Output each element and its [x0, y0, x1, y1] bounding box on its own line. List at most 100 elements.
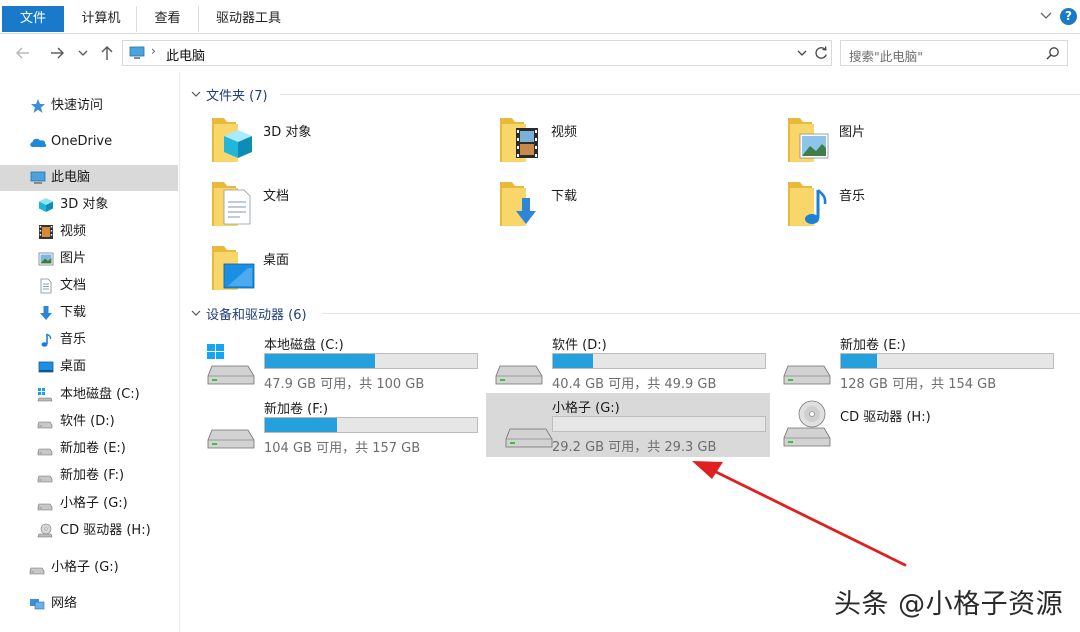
film-icon — [39, 225, 53, 239]
drive-tile-f[interactable]: 新加卷 (F:) 104 GB 可用，共 157 GB — [188, 394, 478, 458]
drive-tile-c[interactable]: 本地磁盘 (C:) 47.9 GB 可用，共 100 GB — [188, 330, 478, 394]
sidebar-item-label: 快速访问 — [51, 98, 104, 113]
drive-icon — [37, 475, 53, 483]
drive-label: 小格子 (G:) — [552, 401, 620, 416]
tab-drive-tools[interactable]: 驱动器工具 — [198, 6, 298, 32]
folder-music-icon — [788, 182, 827, 226]
search-input[interactable]: 搜索"此电脑" — [849, 46, 923, 65]
drive-label: CD 驱动器 (H:) — [840, 410, 931, 425]
chevron-down-icon[interactable] — [190, 88, 202, 100]
drive-tile-e[interactable]: 新加卷 (E:) 128 GB 可用，共 154 GB — [764, 330, 1054, 394]
sidebar-item-label: 网络 — [51, 596, 78, 611]
breadcrumb-this-pc[interactable]: 此电脑 — [166, 45, 205, 64]
group-header-folders[interactable]: 文件夹 (7) — [188, 84, 1080, 104]
sidebar-item-music[interactable]: 音乐 — [0, 327, 178, 353]
picture-icon — [38, 252, 54, 266]
recent-locations-chevron-icon[interactable] — [76, 44, 90, 62]
group-header-label: 设备和驱动器 (6) — [206, 308, 307, 323]
folder-desktop-icon — [212, 246, 255, 290]
forward-arrow-icon[interactable] — [48, 44, 66, 62]
cd-drive-icon — [37, 523, 53, 538]
tab-computer[interactable]: 计算机 — [66, 6, 136, 32]
drive-label: 新加卷 (E:) — [840, 338, 906, 353]
star-icon — [31, 99, 45, 113]
navigation-bar: › 此电脑 搜索"此电脑" — [0, 34, 1080, 72]
drive-icon — [783, 365, 831, 385]
folder-downloads-icon — [500, 182, 536, 226]
sidebar-item-videos[interactable]: 视频 — [0, 219, 178, 245]
sidebar-item-drive-h[interactable]: CD 驱动器 (H:) — [0, 518, 178, 544]
tab-view[interactable]: 查看 — [136, 6, 198, 32]
folder-documents-icon — [212, 182, 251, 226]
tab-file[interactable]: 文件 — [2, 6, 64, 32]
sidebar-item-drive-e[interactable]: 新加卷 (E:) — [0, 436, 178, 462]
sidebar-item-drive-c[interactable]: 本地磁盘 (C:) — [0, 382, 178, 408]
folder-label: 桌面 — [263, 253, 290, 268]
folder-pictures-icon — [788, 118, 829, 162]
folder-tile-desktop[interactable]: 桌面 — [180, 242, 450, 302]
drive-label: 本地磁盘 (C:) — [264, 338, 344, 353]
drive-usage-bar — [264, 417, 478, 433]
help-button[interactable]: ? — [1060, 8, 1077, 25]
drive-usage-bar — [552, 416, 766, 432]
folder-tile-music[interactable]: 音乐 — [756, 178, 1026, 238]
chevron-down-icon[interactable] — [795, 46, 809, 60]
sidebar-item-label: 此电脑 — [51, 170, 91, 185]
sidebar-item-drive-g[interactable]: 小格子 (G:) — [0, 491, 178, 517]
drive-usage-bar — [840, 353, 1054, 369]
drive-space-info: 104 GB 可用，共 157 GB — [264, 441, 421, 456]
back-arrow-icon[interactable] — [14, 44, 32, 62]
sidebar-item-documents[interactable]: 文档 — [0, 273, 178, 299]
drive-space-info: 40.4 GB 可用，共 49.9 GB — [552, 377, 717, 392]
drive-icon — [37, 503, 53, 511]
chevron-down-icon[interactable] — [190, 307, 202, 319]
sidebar-item-label: 下载 — [60, 305, 87, 320]
drive-icon — [495, 365, 543, 385]
folder-tile-videos[interactable]: 视频 — [468, 114, 738, 174]
folder-label: 下载 — [551, 189, 578, 204]
sidebar-item-quick-access[interactable]: 快速访问 — [0, 93, 178, 119]
address-bar[interactable]: › 此电脑 — [122, 40, 832, 66]
sidebar-item-drive-f[interactable]: 新加卷 (F:) — [0, 463, 178, 489]
sidebar-item-this-pc[interactable]: 此电脑 — [0, 165, 178, 191]
search-icon[interactable] — [1045, 46, 1060, 61]
system-drive-icon — [37, 388, 53, 402]
drive-tile-h[interactable]: CD 驱动器 (H:) — [764, 394, 1048, 458]
sidebar-item-label: 音乐 — [60, 332, 87, 347]
desktop-icon — [38, 361, 54, 373]
cube-icon — [39, 198, 53, 212]
folder-tile-3d-objects[interactable]: 3D 对象 — [180, 114, 450, 174]
breadcrumb-separator[interactable]: › — [151, 44, 156, 58]
sidebar-item-label: 新加卷 (E:) — [60, 441, 126, 456]
sidebar-item-onedrive[interactable]: OneDrive — [0, 129, 178, 155]
drive-icon — [37, 421, 53, 429]
sidebar-item-desktop[interactable]: 桌面 — [0, 354, 178, 380]
sidebar-item-label: 新加卷 (F:) — [60, 468, 125, 483]
sidebar-item-pictures[interactable]: 图片 — [0, 246, 178, 272]
folder-tile-pictures[interactable]: 图片 — [756, 114, 1026, 174]
drive-icon — [505, 428, 553, 448]
folder-tile-downloads[interactable]: 下载 — [468, 178, 738, 238]
sidebar-item-3d-objects[interactable]: 3D 对象 — [0, 192, 178, 218]
sidebar-item-downloads[interactable]: 下载 — [0, 300, 178, 326]
sidebar-item-removable-g[interactable]: 小格子 (G:) — [0, 555, 178, 581]
sidebar-item-label: 桌面 — [60, 359, 87, 374]
folder-tile-documents[interactable]: 文档 — [180, 178, 450, 238]
drive-tile-g[interactable]: 小格子 (G:) 29.2 GB 可用，共 29.3 GB — [486, 393, 770, 457]
folder-label: 3D 对象 — [263, 125, 312, 140]
sidebar-item-label: OneDrive — [51, 134, 113, 149]
chevron-down-icon[interactable] — [1038, 8, 1054, 24]
document-icon — [40, 278, 52, 294]
folder-label: 文档 — [263, 189, 290, 204]
group-header-label: 文件夹 (7) — [206, 89, 268, 104]
sidebar-item-network[interactable]: 网络 — [0, 591, 178, 617]
search-box[interactable]: 搜索"此电脑" — [840, 40, 1068, 66]
drive-space-info: 47.9 GB 可用，共 100 GB — [264, 377, 425, 392]
up-arrow-icon[interactable] — [98, 44, 116, 62]
refresh-icon[interactable] — [813, 45, 829, 61]
drive-icon — [29, 567, 45, 575]
sidebar-item-drive-d[interactable]: 软件 (D:) — [0, 409, 178, 435]
group-header-drives[interactable]: 设备和驱动器 (6) — [188, 303, 1080, 323]
drive-tile-d[interactable]: 软件 (D:) 40.4 GB 可用，共 49.9 GB — [476, 330, 766, 394]
cloud-icon — [30, 138, 47, 147]
